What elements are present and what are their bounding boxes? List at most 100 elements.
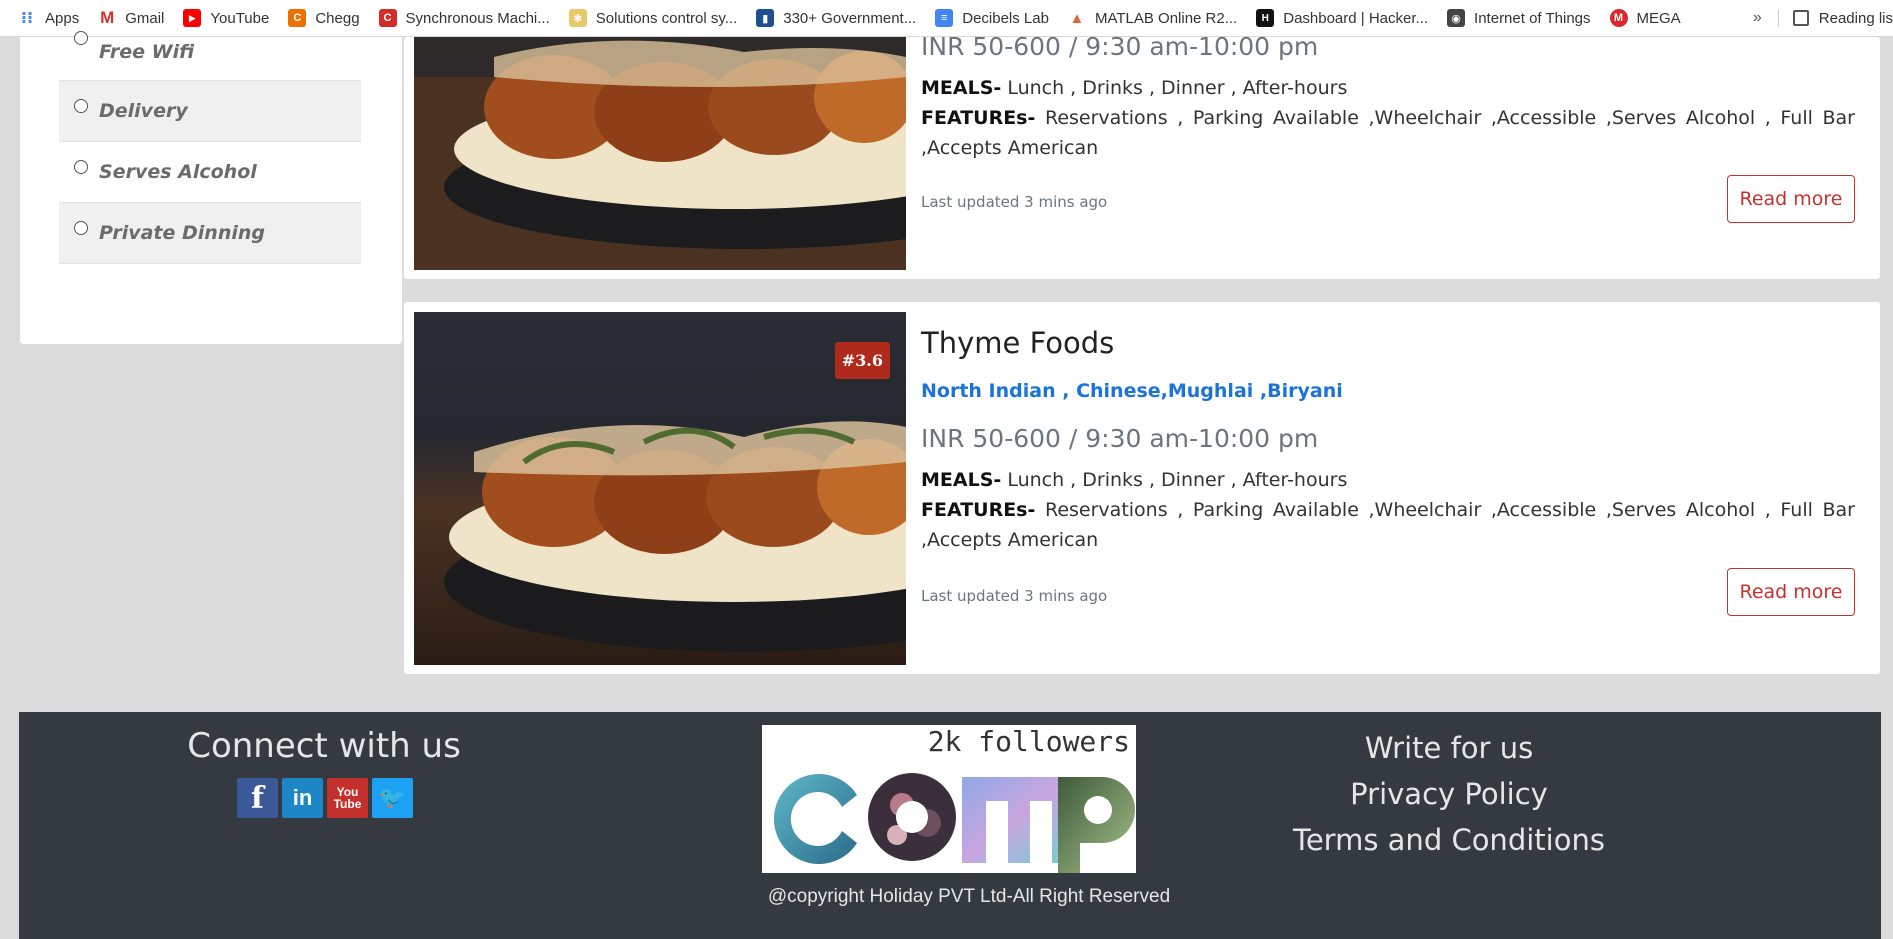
cuisine-tag[interactable]: Biryani <box>1267 380 1343 402</box>
bookmark-label: Internet of Things <box>1474 9 1591 27</box>
privacy-policy-link[interactable]: Privacy Policy <box>1239 771 1659 817</box>
reading-list-icon <box>1792 10 1809 26</box>
meals-label: MEALS- <box>921 77 1002 99</box>
last-updated: Last updated 3 mins ago <box>921 587 1108 605</box>
c-logo-icon: C <box>378 9 397 27</box>
reading-list-button[interactable]: Reading lis <box>1777 9 1893 27</box>
youtube-glyph-bottom: Tube <box>333 797 362 811</box>
bookmark-iot[interactable]: ◉ Internet of Things <box>1447 9 1591 27</box>
youtube-icon[interactable]: You Tube <box>327 778 368 818</box>
youtube-icon: ▶ <box>183 9 202 27</box>
bookmark-label: Apps <box>45 9 80 27</box>
bookmark-label: Synchronous Machi... <box>405 9 550 27</box>
bookmark-solutions[interactable]: ✱ Solutions control sy... <box>568 9 738 27</box>
features-line: FEATUREs- Reservations , Parking Availab… <box>921 495 1855 555</box>
meals-value: Lunch , Drinks , Dinner , After-hours <box>1001 469 1348 491</box>
features-value: Reservations , Parking Available ,Wheelc… <box>921 499 1855 551</box>
bookmark-label: MEGA <box>1636 9 1681 27</box>
site-footer: Connect with us f in You Tube 🐦 2k follo… <box>19 712 1881 939</box>
terms-link[interactable]: Terms and Conditions <box>1239 817 1659 863</box>
bookmark-label: Decibels Lab <box>962 9 1049 27</box>
bookmark-label: Dashboard | Hacker... <box>1283 9 1429 27</box>
filter-label: Private Dinning <box>99 222 265 244</box>
bookmark-decibels[interactable]: ≡ Decibels Lab <box>935 9 1049 27</box>
cuisine-tag[interactable]: North Indian <box>921 380 1056 402</box>
comp-logo[interactable]: 2k followers <box>762 725 1136 873</box>
bookmark-label: Gmail <box>125 9 165 27</box>
filter-label: Delivery <box>99 100 188 122</box>
reading-list-label: Reading lis <box>1818 9 1893 27</box>
cuisine-separator: , <box>1253 380 1268 402</box>
filter-serves-alcohol[interactable]: Serves Alcohol <box>59 142 361 203</box>
bookmark-label: Solutions control sy... <box>595 9 738 27</box>
cuisine-separator: , <box>1055 380 1077 402</box>
restaurant-info: INR 50-600 / 9:30 am-10:00 pm MEALS- Lun… <box>921 32 1855 163</box>
bookmark-matlab[interactable]: ▲ MATLAB Online R2... <box>1068 9 1238 27</box>
logo-followers-text: 2k followers <box>927 725 1130 758</box>
filter-private-dinning[interactable]: Private Dinning <box>59 203 361 264</box>
filter-list: Free Wifi Delivery Serves Alcohol Privat… <box>59 31 361 264</box>
filter-label: Serves Alcohol <box>99 161 257 183</box>
rating-badge: #3.6 <box>834 342 890 379</box>
copyright-text: @copyright Holiday PVT Ltd-All Right Res… <box>767 886 1171 907</box>
food-image: #3.6 <box>414 312 906 665</box>
bookmark-hackerrank[interactable]: H Dashboard | Hacker... <box>1256 9 1428 27</box>
restaurant-card: INR 50-600 / 9:30 am-10:00 pm MEALS- Lun… <box>404 32 1880 279</box>
filter-sidebar: Free Wifi Delivery Serves Alcohol Privat… <box>20 31 402 344</box>
connect-title: Connect with us <box>187 726 461 766</box>
price-hours: INR 50-600 / 9:30 am-10:00 pm <box>921 32 1319 61</box>
bookmark-synchronous[interactable]: C Synchronous Machi... <box>378 9 550 27</box>
bookmark-chegg[interactable]: C Chegg <box>288 9 360 27</box>
features-label: FEATUREs- <box>921 499 1036 521</box>
meals-label: MEALS- <box>921 469 1002 491</box>
features-label: FEATUREs- <box>921 107 1036 129</box>
read-more-button[interactable]: Read more <box>1727 175 1855 223</box>
bookmark-label: YouTube <box>210 9 270 27</box>
docs-icon: ≡ <box>935 9 954 27</box>
radio-button[interactable] <box>74 221 88 235</box>
meals-line: MEALS- Lunch , Drinks , Dinner , After-h… <box>921 73 1855 103</box>
read-more-button[interactable]: Read more <box>1727 568 1855 616</box>
puzzle-icon: ✱ <box>568 9 587 27</box>
bookmark-site-icon: ▮ <box>756 9 775 27</box>
cuisine-tag[interactable]: Mughlai <box>1168 380 1253 402</box>
filter-free-wifi[interactable]: Free Wifi <box>59 31 361 81</box>
bookmark-gmail[interactable]: M Gmail <box>98 8 165 27</box>
cuisine-separator: , <box>1160 380 1168 402</box>
apps-grid-icon: ⁝⁝ <box>20 10 34 27</box>
restaurant-card: #3.6 Thyme Foods North Indian , Chinese,… <box>404 302 1880 674</box>
bookmark-youtube[interactable]: ▶ YouTube <box>183 9 269 27</box>
write-for-us-link[interactable]: Write for us <box>1239 725 1659 771</box>
classroom-icon: ◉ <box>1447 9 1466 27</box>
radio-button[interactable] <box>74 99 88 113</box>
cuisine-tags: North Indian , Chinese,Mughlai ,Biryani <box>921 380 1855 402</box>
chegg-icon: C <box>288 9 307 27</box>
features-line: FEATUREs- Reservations , Parking Availab… <box>921 103 1855 163</box>
bookmark-label: MATLAB Online R2... <box>1094 9 1238 27</box>
bookmark-apps[interactable]: ⁝⁝ Apps <box>18 9 80 28</box>
hackerrank-icon: H <box>1256 9 1275 27</box>
radio-button[interactable] <box>74 160 88 174</box>
food-image <box>414 37 906 270</box>
linkedin-icon[interactable]: in <box>282 778 323 818</box>
restaurant-name[interactable]: Thyme Foods <box>921 326 1855 360</box>
features-value: Reservations , Parking Available ,Wheelc… <box>921 107 1855 159</box>
bookmark-government[interactable]: ▮ 330+ Government... <box>756 9 916 27</box>
mega-icon: M <box>1609 9 1628 27</box>
more-bookmarks-button[interactable]: » <box>1753 9 1762 27</box>
restaurant-info: Thyme Foods North Indian , Chinese,Mughl… <box>921 326 1855 555</box>
filter-label: Free Wifi <box>99 41 195 63</box>
cuisine-tag[interactable]: Chinese <box>1076 380 1161 402</box>
facebook-icon[interactable]: f <box>237 778 278 818</box>
twitter-icon[interactable]: 🐦 <box>372 778 413 818</box>
radio-button[interactable] <box>74 31 88 45</box>
filter-delivery[interactable]: Delivery <box>59 81 361 142</box>
bookmark-label: Chegg <box>315 9 360 27</box>
meals-line: MEALS- Lunch , Drinks , Dinner , After-h… <box>921 465 1855 495</box>
bookmark-label: 330+ Government... <box>783 9 917 27</box>
bookmark-mega[interactable]: M MEGA <box>1609 9 1681 27</box>
matlab-icon: ▲ <box>1069 9 1085 27</box>
price-hours: INR 50-600 / 9:30 am-10:00 pm <box>921 424 1319 453</box>
footer-links: Write for us Privacy Policy Terms and Co… <box>1239 725 1659 863</box>
meals-value: Lunch , Drinks , Dinner , After-hours <box>1001 77 1348 99</box>
